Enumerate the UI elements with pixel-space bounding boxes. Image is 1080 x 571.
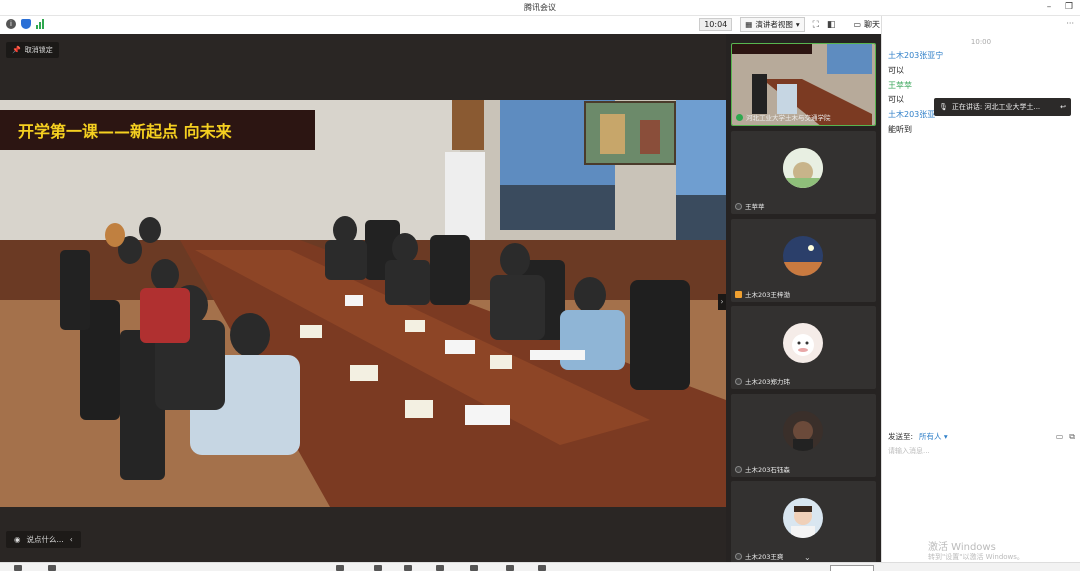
reply-icon[interactable]: ↩ [1060, 103, 1066, 111]
banner-text: 开学第一课——新起点 向未来 [18, 122, 233, 141]
mic-icon: 🎙 [939, 103, 948, 111]
send-to-row: 发送至: 所有人 ▾ ▭ ⧉ [888, 431, 1075, 442]
avatar [783, 411, 823, 451]
record-icon[interactable] [470, 565, 478, 571]
sidebar-toggle-icon[interactable]: ◧ [827, 20, 836, 30]
speaker-icon [735, 290, 742, 298]
meeting-timer: 10:04 [699, 18, 733, 31]
speaking-label: 正在讲话: 河北工业大学土... [951, 103, 1041, 111]
expand-panel-icon[interactable]: › [718, 294, 726, 310]
chat-bubble-icon: ◉ [14, 535, 21, 544]
send-target-value: 所有人 [919, 432, 942, 441]
participant-tile[interactable]: 土木203王爽 ⌄ [731, 481, 876, 564]
unpin-button[interactable]: 📌 取消锁定 [6, 42, 59, 58]
screenshot-icon[interactable]: ⧉ [1069, 432, 1075, 442]
participant-tile[interactable]: 河北工业大学土木与交通学院 [731, 43, 876, 126]
participant-tile[interactable]: 土木203王梓渤 [731, 219, 876, 302]
mic-off-icon [735, 377, 742, 385]
folder-icon[interactable]: ▭ [1056, 432, 1064, 442]
participant-name: 土木203王爽 [745, 553, 784, 561]
chat-tab-label: 聊天 [864, 20, 880, 29]
chat-timestamp: 10:00 [970, 38, 992, 46]
unpin-label: 取消锁定 [24, 46, 53, 54]
chevron-down-icon: ▾ [795, 20, 800, 29]
leave-meeting-button[interactable] [830, 565, 874, 571]
mic-off-icon [735, 552, 742, 560]
send-target-select[interactable]: 所有人 ▾ [919, 431, 948, 442]
mic-off-icon [735, 465, 742, 473]
meeting-toolbar: i 10:04 ▦ 演讲者视图 ▾ ⛶ ◧ ▭ 聊天 [0, 16, 880, 34]
participant-name-row: 河北工业大学土木与交通学院 [736, 112, 831, 122]
avatar [783, 236, 823, 276]
share-screen-icon[interactable] [336, 565, 344, 571]
title-bar: 腾讯会议 – ❐ [0, 0, 1080, 16]
pin-icon: 📌 [12, 46, 21, 54]
participant-name: 土木203郑力玮 [745, 378, 790, 386]
speaking-indicator: 🎙 正在讲话: 河北工业大学土... ↩ [934, 98, 1071, 116]
participant-name: 土木203石钰森 [745, 466, 790, 474]
participant-tile[interactable]: 土木203石钰森 [731, 394, 876, 477]
mic-off-icon [735, 202, 742, 210]
minimize-icon[interactable]: – [1044, 2, 1054, 12]
windows-activation-title: 激活 Windows [928, 542, 996, 553]
settings-icon[interactable] [538, 565, 546, 571]
bottom-toolbar [0, 562, 1080, 571]
view-mode-button[interactable]: ▦ 演讲者视图 ▾ [740, 17, 805, 32]
message-text: 能听到 [888, 125, 912, 134]
window-controls: – ❐ [1044, 2, 1074, 12]
camera-icon[interactable] [48, 565, 56, 571]
members-icon[interactable] [374, 565, 382, 571]
chat-panel: ··· 10:00 土木203张亚宁 可以 王苹苹 可以 土木203张亚 能听到… [881, 16, 1080, 562]
participant-name: 土木203王梓渤 [745, 291, 790, 299]
participant-tile[interactable]: 土木203郑力玮 [731, 306, 876, 389]
window-title: 腾讯会议 [524, 3, 556, 12]
say-something-input[interactable]: ◉ 说点什么... ‹ [6, 531, 81, 548]
shield-icon[interactable] [21, 19, 31, 29]
participant-name-row: 土木203郑力玮 [735, 376, 790, 386]
main-stage: 📌 取消锁定 开学第一课——新起点 向未来 ◉ 说点什么... ‹ › [0, 34, 726, 562]
chat-icon: ▭ [853, 20, 861, 29]
participant-name-row: 王苹苹 [735, 201, 765, 211]
info-icon[interactable]: i [6, 19, 16, 29]
message-sender: 土木203张亚 [888, 110, 936, 119]
more-options-icon[interactable]: ··· [1066, 19, 1074, 28]
say-something-label: 说点什么... [26, 535, 64, 544]
chevron-down-icon[interactable]: ⌄ [804, 553, 811, 562]
mic-on-icon [736, 113, 743, 121]
chat-icon[interactable] [436, 565, 444, 571]
grid-icon: ▦ [745, 20, 753, 29]
avatar [783, 148, 823, 188]
participant-name-row: 土木203王爽 [735, 551, 783, 561]
avatar [783, 498, 823, 538]
message-sender: 土木203张亚宁 [888, 51, 944, 60]
message-text: 可以 [888, 95, 904, 104]
chat-input[interactable]: 请输入消息... [888, 446, 1075, 456]
restore-icon[interactable]: ❐ [1064, 2, 1074, 12]
participant-name: 王苹苹 [745, 203, 765, 211]
chat-tab[interactable]: ▭ 聊天 [853, 19, 880, 30]
avatar [783, 323, 823, 363]
participant-name: 河北工业大学土木与交通学院 [746, 114, 831, 122]
conference-room-scene: 开学第一课——新起点 向未来 [0, 100, 726, 507]
participant-list: 河北工业大学土木与交通学院 王苹苹 土木203王梓渤 土木203郑力玮 土木20… [726, 34, 881, 564]
participant-name-row: 土木203石钰森 [735, 464, 790, 474]
apps-icon[interactable] [506, 565, 514, 571]
send-to-label: 发送至: [888, 432, 914, 441]
message-sender: 王苹苹 [888, 81, 912, 90]
collapse-arrow-icon[interactable]: ‹ [70, 535, 73, 544]
mic-icon[interactable] [14, 565, 22, 571]
fullscreen-icon[interactable]: ⛶ [813, 20, 819, 30]
speaker-video: 开学第一课——新起点 向未来 [0, 100, 726, 507]
message-text: 可以 [888, 66, 904, 75]
participant-name-row: 土木203王梓渤 [735, 289, 790, 299]
signal-icon[interactable] [36, 19, 46, 29]
view-mode-label: 演讲者视图 [755, 20, 793, 29]
invite-icon[interactable] [404, 565, 412, 571]
windows-activation-subtitle: 转到"设置"以激活 Windows。 [928, 553, 1024, 561]
participant-tile[interactable]: 王苹苹 [731, 131, 876, 214]
